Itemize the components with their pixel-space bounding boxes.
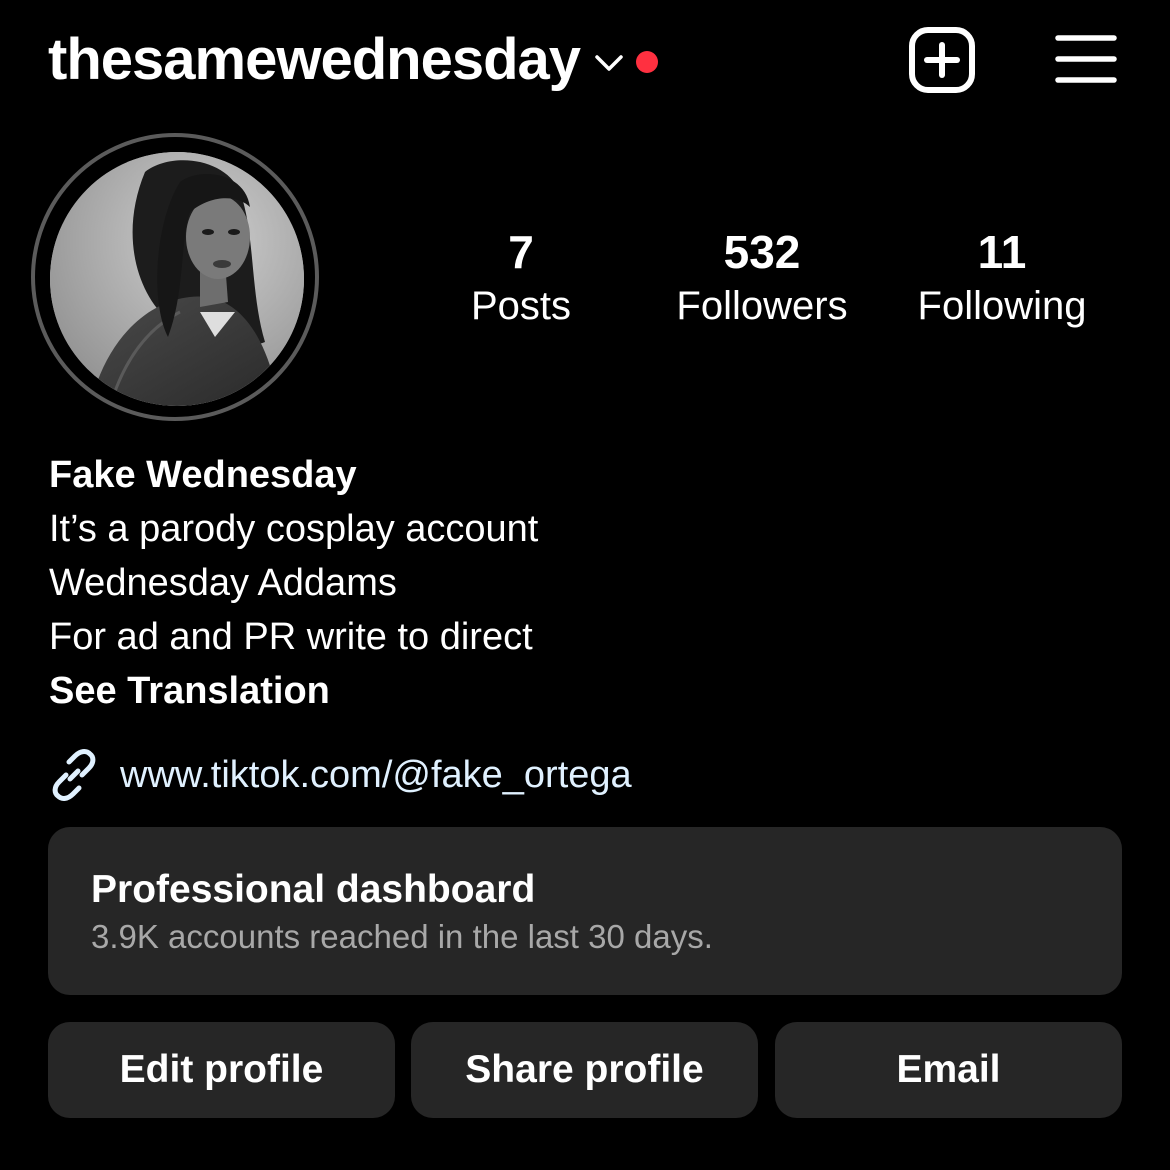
stat-posts[interactable]: 7 Posts [401,224,641,332]
notification-dot [636,51,659,73]
posts-count: 7 [508,226,534,278]
bio-line: Wednesday Addams [49,562,397,604]
avatar[interactable] [50,152,304,406]
following-label: Following [917,284,1087,328]
hamburger-menu-icon[interactable] [1054,32,1118,86]
edit-profile-button[interactable]: Edit profile [48,1022,395,1118]
see-translation-link[interactable]: See Translation [49,664,538,718]
avatar-image [50,152,304,406]
following-count: 11 [977,226,1027,278]
bio-line: For ad and PR write to direct [49,616,533,658]
profile-link[interactable]: www.tiktok.com/@fake_ortega [48,748,632,802]
plus-square-icon[interactable] [908,26,976,94]
bio-line: It’s a parody cosplay account [49,508,539,550]
followers-label: Followers [676,284,848,328]
share-profile-button[interactable]: Share profile [411,1022,758,1118]
account-switcher[interactable]: thesamewednesday [48,24,659,96]
link-text[interactable]: www.tiktok.com/@fake_ortega [120,748,632,802]
dashboard-subtitle: 3.9K accounts reached in the last 30 day… [91,918,713,955]
chevron-down-icon[interactable] [594,53,624,73]
top-bar: thesamewednesday [0,0,1170,120]
posts-label: Posts [470,284,572,328]
stat-following[interactable]: 11 Following [882,224,1122,332]
bio-section: Fake Wednesday It’s a parody cosplay acc… [49,448,538,718]
link-icon [52,749,96,801]
professional-dashboard-card[interactable]: Professional dashboard 3.9K accounts rea… [48,827,1122,995]
username[interactable]: thesamewednesday [48,24,581,96]
dashboard-title: Professional dashboard [91,868,536,911]
stat-followers[interactable]: 532 Followers [642,224,882,332]
email-button[interactable]: Email [775,1022,1122,1118]
followers-count: 532 [723,226,801,278]
display-name: Fake Wednesday [49,454,357,496]
